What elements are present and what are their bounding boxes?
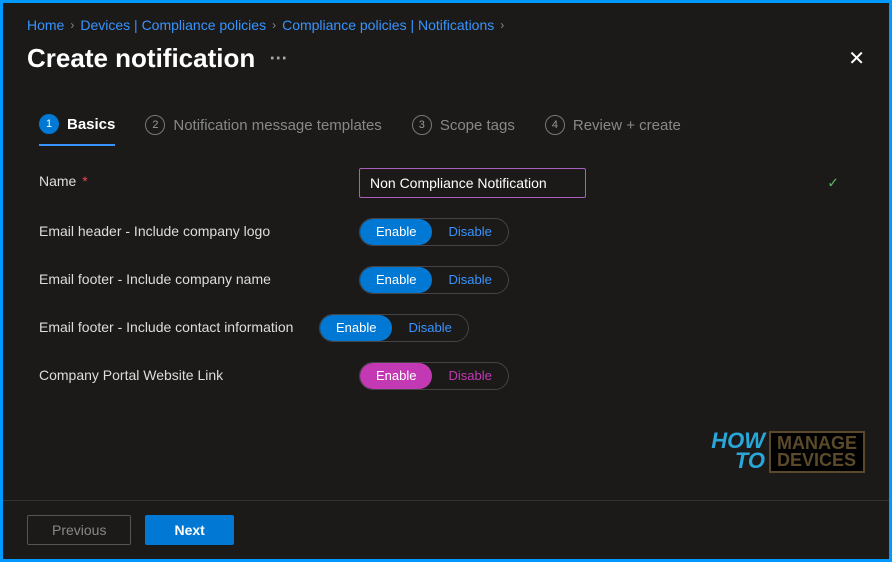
form-panel: Name * ✓ Email header - Include company …: [3, 146, 889, 432]
field-name: Name * ✓: [39, 168, 853, 198]
step-label: Scope tags: [440, 117, 515, 134]
field-label: Email footer - Include company name: [39, 266, 359, 288]
step-label: Review + create: [573, 117, 681, 134]
toggle-enable[interactable]: Enable: [320, 315, 392, 341]
step-label: Basics: [67, 116, 115, 133]
label-text: Name: [39, 173, 76, 189]
step-label: Notification message templates: [173, 117, 381, 134]
title-text: Create notification: [27, 43, 255, 74]
field-portal-link: Company Portal Website Link Enable Disab…: [39, 362, 853, 390]
toggle-enable[interactable]: Enable: [360, 363, 432, 389]
watermark-howto: HOW TO: [711, 431, 765, 473]
watermark-logo: HOW TO MANAGE DEVICES: [711, 431, 865, 473]
previous-button[interactable]: Previous: [27, 515, 131, 545]
tab-review[interactable]: 4 Review + create: [545, 115, 681, 145]
chevron-right-icon: ›: [70, 18, 74, 32]
breadcrumb-link[interactable]: Compliance policies | Notifications: [282, 17, 494, 33]
toggle-disable[interactable]: Disable: [432, 267, 507, 293]
wm-to: TO: [711, 451, 765, 471]
toggle-portal-link[interactable]: Enable Disable: [359, 362, 509, 390]
wizard-tabs: 1 Basics 2 Notification message template…: [3, 84, 889, 146]
page-header: Create notification ⋯ ✕: [3, 39, 889, 84]
toggle-disable[interactable]: Disable: [432, 219, 507, 245]
close-icon[interactable]: ✕: [848, 46, 865, 71]
toggle-enable[interactable]: Enable: [360, 267, 432, 293]
step-number: 1: [39, 114, 59, 134]
watermark-devices: MANAGE DEVICES: [769, 431, 865, 473]
field-label: Email footer - Include contact informati…: [39, 314, 319, 336]
step-number: 2: [145, 115, 165, 135]
field-label: Email header - Include company logo: [39, 218, 359, 240]
toggle-email-header[interactable]: Enable Disable: [359, 218, 509, 246]
step-number: 3: [412, 115, 432, 135]
tab-scope[interactable]: 3 Scope tags: [412, 115, 515, 145]
breadcrumb-link[interactable]: Devices | Compliance policies: [80, 17, 266, 33]
name-input-wrap: ✓: [359, 168, 849, 198]
wizard-footer: Previous Next: [3, 500, 889, 559]
field-email-footer-name: Email footer - Include company name Enab…: [39, 266, 853, 294]
tab-templates[interactable]: 2 Notification message templates: [145, 115, 381, 145]
chevron-right-icon: ›: [500, 18, 504, 32]
wm-devices: DEVICES: [777, 452, 857, 469]
page-title: Create notification ⋯: [27, 43, 288, 74]
field-email-header: Email header - Include company logo Enab…: [39, 218, 853, 246]
toggle-enable[interactable]: Enable: [360, 219, 432, 245]
breadcrumb: Home › Devices | Compliance policies › C…: [3, 3, 889, 39]
chevron-right-icon: ›: [272, 18, 276, 32]
toggle-disable[interactable]: Disable: [392, 315, 467, 341]
toggle-email-footer-contact[interactable]: Enable Disable: [319, 314, 469, 342]
tab-basics[interactable]: 1 Basics: [39, 114, 115, 146]
more-icon[interactable]: ⋯: [269, 48, 288, 69]
next-button[interactable]: Next: [145, 515, 233, 545]
field-label: Name *: [39, 168, 359, 190]
field-label: Company Portal Website Link: [39, 362, 359, 384]
toggle-disable[interactable]: Disable: [432, 363, 507, 389]
toggle-email-footer-name[interactable]: Enable Disable: [359, 266, 509, 294]
checkmark-icon: ✓: [827, 175, 839, 192]
name-input[interactable]: [359, 168, 586, 198]
field-email-footer-contact: Email footer - Include contact informati…: [39, 314, 853, 342]
step-number: 4: [545, 115, 565, 135]
breadcrumb-link[interactable]: Home: [27, 17, 64, 33]
required-star: *: [82, 173, 87, 189]
